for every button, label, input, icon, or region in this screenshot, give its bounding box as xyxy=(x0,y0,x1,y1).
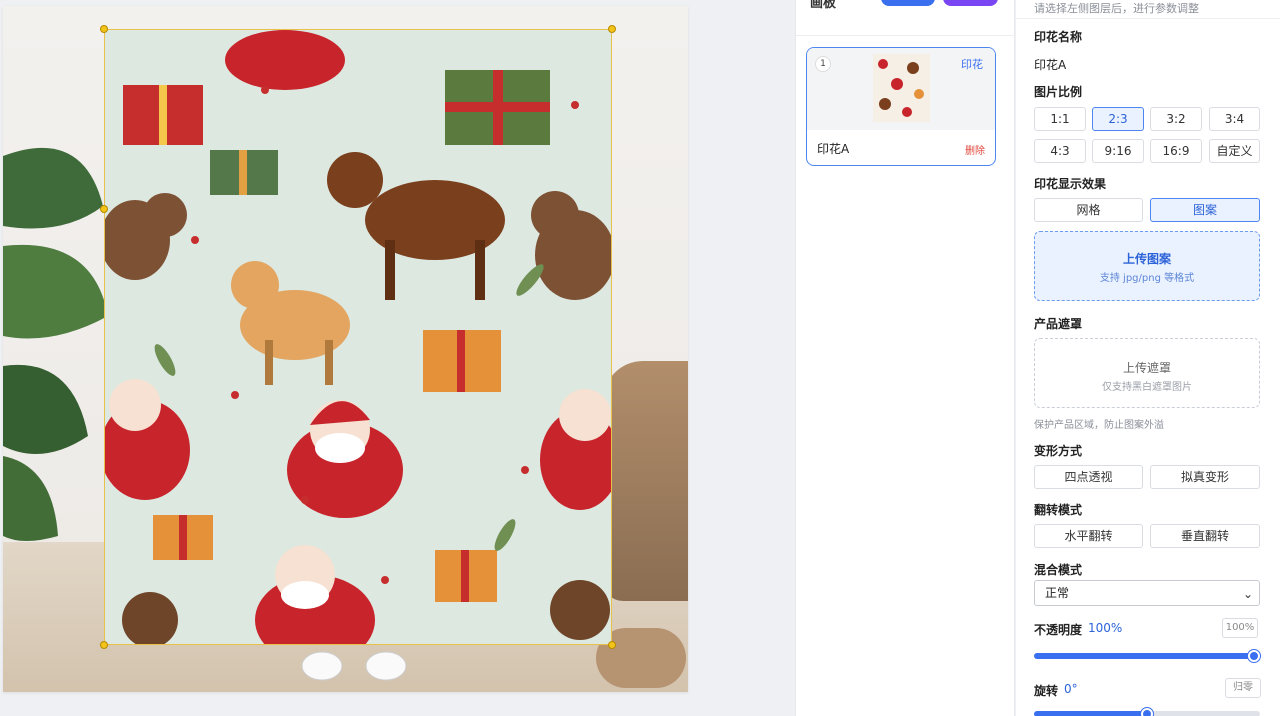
layer-thumbnail-area: 1 印花 xyxy=(807,48,995,130)
display-effect-label: 印花显示效果 xyxy=(1034,177,1107,191)
canvas-area xyxy=(0,0,795,716)
resize-handle-bottom-right[interactable] xyxy=(608,641,616,649)
generate-button[interactable] xyxy=(943,0,998,6)
santa-icon xyxy=(225,30,345,90)
mask-note: 保护产品区域，防止图案外溢 xyxy=(1034,420,1164,431)
resize-handle-top-left[interactable] xyxy=(100,25,108,33)
ratio-button-4-3[interactable]: 4:3 xyxy=(1034,139,1086,163)
upload-pattern-dropzone[interactable]: 上传图案 支持 jpg/png 等格式 xyxy=(1034,231,1260,301)
flip-label: 翻转模式 xyxy=(1034,503,1083,517)
gift-icon xyxy=(123,85,203,145)
flip-horizontal-button[interactable]: 水平翻转 xyxy=(1034,524,1143,548)
upload-mask-subtitle: 仅支持黑白遮罩图片 xyxy=(1102,382,1192,393)
opacity-input[interactable]: 100% xyxy=(1222,618,1258,638)
panel-hint: 请选择左侧图层后，进行参数调整 xyxy=(1034,2,1199,15)
opacity-slider[interactable] xyxy=(1034,650,1260,662)
four-point-perspective-button[interactable]: 四点透视 xyxy=(1034,465,1143,489)
rotate-slider-knob[interactable] xyxy=(1141,708,1153,716)
mask-label: 产品遮罩 xyxy=(1034,317,1083,331)
resize-handle-bottom-left[interactable] xyxy=(100,641,108,649)
ratio-button-9-16[interactable]: 9:16 xyxy=(1092,139,1144,163)
layer-index-badge: 1 xyxy=(815,56,831,72)
realistic-warp-button[interactable]: 拟真变形 xyxy=(1150,465,1260,489)
upload-mask-dropzone[interactable]: 上传遮罩 仅支持黑白遮罩图片 xyxy=(1034,338,1260,408)
print-name-value: 印花A xyxy=(1034,58,1067,72)
rattan-chair xyxy=(603,361,688,601)
properties-panel: 请选择左侧图层后，进行参数调整 印花名称 印花A 图片比例 1:1 2:3 3:… xyxy=(1016,0,1280,716)
divider xyxy=(1016,18,1280,19)
gift-icon xyxy=(445,70,550,145)
display-grid-button[interactable]: 网格 xyxy=(1034,198,1143,222)
opacity-label: 不透明度 xyxy=(1034,623,1083,637)
ratio-button-custom[interactable]: 自定义 xyxy=(1209,139,1260,163)
ratio-button-1-1[interactable]: 1:1 xyxy=(1034,107,1086,131)
layers-panel: 画板 1 印花 印花A 删除 xyxy=(795,0,1016,716)
blend-mode-value: 正常 xyxy=(1045,586,1070,600)
gift-icon xyxy=(210,150,278,195)
blend-mode-select[interactable]: 正常 ⌄ xyxy=(1034,580,1260,606)
layer-type-tag: 印花 xyxy=(961,58,983,71)
display-pattern-button[interactable]: 图案 xyxy=(1150,198,1260,222)
gift-icon xyxy=(153,515,213,560)
layer-item-print-a[interactable]: 1 印花 印花A 删除 xyxy=(806,47,996,166)
opacity-slider-knob[interactable] xyxy=(1248,650,1260,662)
christmas-pattern-image xyxy=(105,30,611,644)
gift-icon xyxy=(423,330,501,392)
ratio-label: 图片比例 xyxy=(1034,85,1083,99)
transform-label: 变形方式 xyxy=(1034,444,1083,458)
opacity-value: 100% xyxy=(1088,621,1123,635)
rotate-value: 0° xyxy=(1064,682,1078,696)
ratio-button-3-4[interactable]: 3:4 xyxy=(1209,107,1260,131)
upload-pattern-title: 上传图案 xyxy=(1122,252,1171,266)
upload-pattern-subtitle: 支持 jpg/png 等格式 xyxy=(1099,273,1195,284)
gift-icon xyxy=(435,550,497,602)
layer-name: 印花A xyxy=(817,142,850,156)
upload-mask-title: 上传遮罩 xyxy=(1122,361,1171,375)
rotate-slider[interactable] xyxy=(1034,708,1260,716)
blend-mode-label: 混合模式 xyxy=(1034,563,1083,577)
layers-header: 画板 xyxy=(796,0,1016,36)
ratio-button-16-9[interactable]: 16:9 xyxy=(1150,139,1202,163)
delete-layer-button[interactable]: 删除 xyxy=(965,142,985,157)
chevron-down-icon: ⌄ xyxy=(1242,587,1253,601)
rotate-reset-button[interactable]: 归零 xyxy=(1225,678,1261,698)
white-shoes xyxy=(301,651,407,681)
print-pattern-area[interactable] xyxy=(104,29,612,645)
plant-leaves xyxy=(3,147,108,541)
app-root: 画板 1 印花 印花A 删除 请选择左侧图层后，进行参数调整 印花名称 印花A xyxy=(0,0,1280,716)
product-scene xyxy=(3,6,688,692)
resize-handle-left[interactable] xyxy=(100,205,108,213)
resize-handle-top-right[interactable] xyxy=(608,25,616,33)
print-name-label: 印花名称 xyxy=(1034,30,1083,44)
add-layer-button[interactable] xyxy=(881,0,935,6)
ratio-button-2-3[interactable]: 2:3 xyxy=(1092,107,1144,131)
flip-vertical-button[interactable]: 垂直翻转 xyxy=(1150,524,1260,548)
layer-thumbnail-image xyxy=(873,54,930,122)
rotate-label: 旋转 xyxy=(1034,684,1059,698)
ratio-button-3-2[interactable]: 3:2 xyxy=(1150,107,1202,131)
layers-title: 画板 xyxy=(810,0,837,11)
